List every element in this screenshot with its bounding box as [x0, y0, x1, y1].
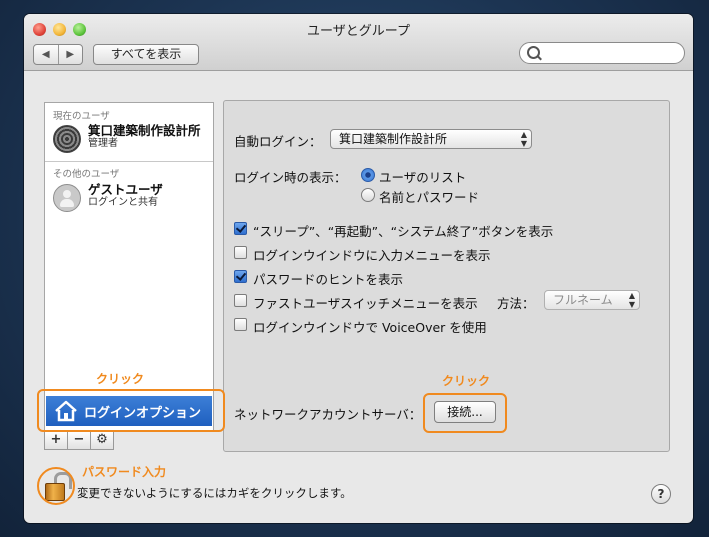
highlight-lock [37, 467, 75, 505]
checkbox-input-menu[interactable] [234, 246, 247, 259]
back-button[interactable]: ◀ [34, 45, 59, 64]
checkbox-sleep-buttons[interactable] [234, 222, 247, 235]
user-sub: ログインと共有 [88, 197, 158, 208]
other-users-header: その他のユーザ [53, 169, 120, 180]
nav-buttons: ◀ ▶ [33, 44, 83, 65]
guest-avatar [53, 184, 81, 212]
add-user-button[interactable]: + [44, 431, 68, 450]
sidebar-buttons: + − ⚙ [44, 431, 114, 450]
highlight-connect [423, 393, 507, 433]
divider [45, 161, 213, 162]
annotation-click-right: クリック [442, 374, 491, 388]
lock-message: 変更できないようにするにはカギをクリックします。 [77, 486, 352, 500]
display-label: ログイン時の表示： [234, 170, 347, 185]
search-input[interactable] [544, 45, 678, 59]
help-button[interactable]: ? [651, 484, 671, 504]
method-label: 方法： [497, 296, 535, 311]
method-value: フルネーム [553, 293, 613, 307]
avatar [53, 125, 81, 153]
radio-user-list[interactable] [361, 168, 375, 182]
window-title: ユーザとグループ [307, 24, 410, 39]
radio-user-list-label[interactable]: ユーザのリスト [379, 167, 466, 186]
checkbox-password-hints[interactable] [234, 270, 247, 283]
show-all-button[interactable]: すべてを表示 [93, 44, 199, 65]
auto-login-label: 自動ログイン： [234, 134, 322, 149]
network-server-label: ネットワークアカウントサーバ： [234, 407, 422, 422]
current-users-header: 現在のユーザ [53, 111, 110, 122]
user-role: 管理者 [88, 138, 118, 149]
checkbox-password-hints-label[interactable]: パスワードのヒントを表示 [253, 269, 403, 288]
highlight-login-options [37, 389, 225, 432]
action-gear-button[interactable]: ⚙ [90, 431, 114, 450]
annotation-password: パスワード入力 [82, 465, 167, 479]
title-bar: ユーザとグループ ◀ ▶ すべてを表示 [24, 14, 693, 71]
checkbox-voiceover[interactable] [234, 318, 247, 331]
user-item-admin[interactable]: 箕口建築制作設計所 管理者 [53, 123, 201, 153]
remove-user-button[interactable]: − [67, 431, 91, 450]
checkbox-sleep-buttons-label[interactable]: “スリープ”、“再起動”、“システム終了”ボタンを表示 [253, 221, 553, 240]
forward-button[interactable]: ▶ [59, 45, 83, 64]
user-name: 箕口建築制作設計所 [88, 123, 201, 138]
checkbox-fast-user-switch-label[interactable]: ファストユーザスイッチメニューを表示 [253, 293, 478, 312]
chevron-updown-icon: ▲ ▼ [520, 130, 527, 148]
preferences-window: ユーザとグループ ◀ ▶ すべてを表示 現在のユーザ 箕口建築制作設計所 管理者… [24, 14, 693, 523]
method-popup[interactable]: フルネーム ▲ ▼ [544, 290, 640, 310]
lock-icon[interactable] [37, 467, 75, 505]
search-field[interactable] [519, 42, 685, 64]
user-item-guest[interactable]: ゲストユーザ ログインと共有 [53, 182, 163, 212]
checkbox-voiceover-label[interactable]: ログインウインドウで VoiceOver を使用 [253, 317, 487, 336]
radio-name-password-label[interactable]: 名前とパスワード [379, 187, 479, 206]
auto-login-value: 箕口建築制作設計所 [339, 132, 448, 146]
radio-name-password[interactable] [361, 188, 375, 202]
auto-login-popup[interactable]: 箕口建築制作設計所 ▲ ▼ [330, 129, 532, 149]
user-name: ゲストユーザ [88, 182, 163, 197]
checkbox-fast-user-switch[interactable] [234, 294, 247, 307]
checkbox-input-menu-label[interactable]: ログインウインドウに入力メニューを表示 [253, 245, 491, 264]
annotation-click-left: クリック [96, 372, 145, 386]
chevron-updown-icon: ▲ ▼ [628, 291, 635, 309]
search-icon [527, 46, 540, 59]
